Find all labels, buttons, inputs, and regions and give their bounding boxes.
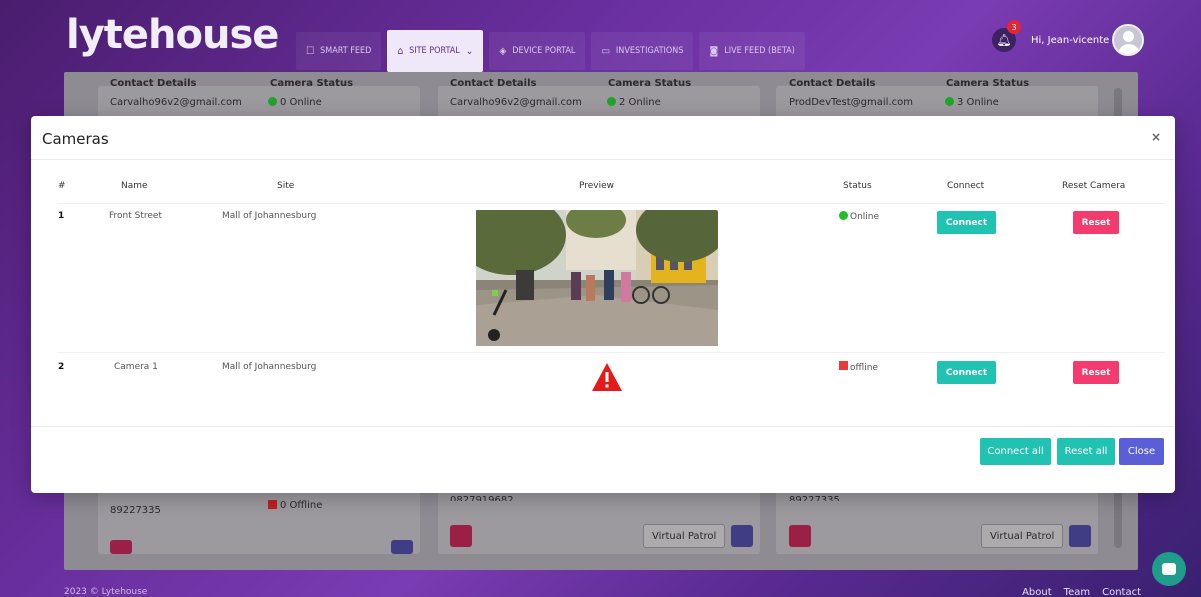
camera-preview[interactable] [476, 210, 718, 346]
connect-button[interactable]: Connect [937, 361, 996, 384]
contact-heading: Contact Details [110, 78, 197, 86]
tab-label: SMART FEED [320, 46, 372, 56]
chat-icon [1162, 563, 1176, 575]
bulb-icon: ☐ [306, 45, 315, 57]
reset-all-button[interactable]: Reset all [1057, 438, 1115, 465]
notification-badge: 3 [1007, 20, 1021, 34]
shield-icon: ◈ [499, 45, 507, 57]
camera-icon: ◙ [709, 45, 719, 57]
contact-phone: 0827919682 [450, 495, 514, 501]
virtual-patrol-button[interactable]: Virtual Patrol [643, 524, 726, 548]
contact-email: Carvalho96v2@gmail.com [450, 97, 582, 108]
offline-square-icon [839, 361, 848, 370]
avatar[interactable] [1112, 24, 1144, 56]
main-nav: ☐ SMART FEED ⌂ SITE PORTAL ⌄ ◈ DEVICE PO… [296, 30, 805, 72]
col-header-name: Name [121, 181, 148, 191]
team-link[interactable]: Team [1064, 587, 1090, 597]
home-icon: ⌂ [397, 45, 404, 57]
tab-label: LIVE FEED (BETA) [724, 46, 795, 56]
row-number: 2 [58, 362, 65, 372]
online-dot-icon [945, 97, 954, 106]
contact-heading: Contact Details [789, 78, 876, 86]
col-header-status: Status [843, 181, 872, 191]
about-link[interactable]: About [1022, 587, 1052, 597]
online-count: 3 Online [945, 97, 999, 108]
camera-site: Mall of Johannesburg [222, 362, 317, 372]
status-label: Online [850, 212, 880, 222]
col-header-site: Site [277, 181, 295, 191]
tab-label: DEVICE PORTAL [512, 46, 576, 56]
modal-divider [31, 159, 1175, 160]
delete-button[interactable] [789, 525, 811, 547]
col-header-preview: Preview [579, 181, 615, 191]
status-heading: Camera Status [946, 78, 1030, 86]
tab-smart-feed[interactable]: ☐ SMART FEED [296, 32, 382, 70]
folder-icon: ▭ [601, 45, 610, 57]
camera-status: offline [839, 361, 878, 373]
camera-name: Camera 1 [114, 362, 158, 372]
edit-button[interactable] [731, 525, 753, 547]
row-number: 1 [58, 211, 65, 221]
row-divider [57, 352, 1165, 353]
copyright: 2023 © Lytehouse [64, 587, 148, 597]
tab-investigations[interactable]: ▭ INVESTIGATIONS [591, 32, 694, 70]
online-dot-icon [607, 97, 616, 106]
modal-title: Cameras [42, 130, 109, 148]
col-header-num: # [58, 181, 66, 191]
online-count: 0 Online [268, 97, 322, 108]
contact-email: ProdDevTest@gmail.com [789, 97, 913, 108]
close-icon[interactable]: × [1151, 130, 1161, 144]
online-dot-icon [268, 97, 277, 106]
offline-label: 0 Offline [280, 500, 323, 511]
status-label: offline [850, 363, 878, 373]
col-header-connect: Connect [947, 181, 985, 191]
online-dot-icon [839, 211, 848, 220]
virtual-patrol-button[interactable]: Virtual Patrol [981, 524, 1064, 548]
contact-heading: Contact Details [450, 78, 537, 86]
reset-button[interactable]: Reset [1073, 211, 1119, 234]
col-header-reset: Reset Camera [1062, 181, 1126, 191]
close-button[interactable]: Close [1119, 438, 1164, 465]
online-label: 2 Online [619, 97, 661, 108]
modal-divider [31, 426, 1175, 427]
row-divider [57, 203, 1165, 204]
status-heading: Camera Status [608, 78, 692, 86]
online-label: 3 Online [957, 97, 999, 108]
camera-name: Front Street [109, 211, 162, 221]
offline-square-icon [268, 500, 277, 509]
offline-count: 0 Offline [268, 500, 322, 511]
tab-device-portal[interactable]: ◈ DEVICE PORTAL [489, 32, 586, 70]
tab-site-portal[interactable]: ⌂ SITE PORTAL ⌄ [387, 30, 484, 72]
camera-status: Online [839, 211, 879, 222]
camera-site: Mall of Johannesburg [222, 211, 317, 221]
online-label: 0 Online [280, 97, 322, 108]
tab-label: SITE PORTAL [409, 46, 460, 56]
warning-icon [592, 363, 622, 391]
contact-email: Carvalho96v2@gmail.com [110, 97, 242, 108]
lytehouse-logo[interactable]: lytehouse [66, 12, 279, 58]
tab-label: INVESTIGATIONS [615, 46, 684, 56]
connect-button[interactable]: Connect [937, 211, 996, 234]
user-greeting[interactable]: Hi, Jean-vicente [1031, 35, 1109, 46]
chevron-down-icon: ⌄ [465, 45, 474, 57]
delete-button[interactable] [450, 525, 472, 547]
contact-phone: 89227335 [789, 495, 840, 501]
online-count: 2 Online [607, 97, 661, 108]
chat-button[interactable] [1152, 552, 1186, 586]
contact-phone: 89227335 [110, 505, 161, 516]
reset-button[interactable]: Reset [1073, 361, 1119, 384]
edit-button[interactable] [391, 540, 413, 554]
connect-all-button[interactable]: Connect all [980, 438, 1051, 465]
contact-link[interactable]: Contact [1102, 587, 1141, 597]
tab-live-feed[interactable]: ◙ LIVE FEED (BETA) [699, 32, 805, 70]
status-heading: Camera Status [270, 78, 354, 86]
edit-button[interactable] [1069, 525, 1091, 547]
footer-links: About Team Contact [1022, 587, 1141, 597]
delete-button[interactable] [110, 540, 132, 554]
